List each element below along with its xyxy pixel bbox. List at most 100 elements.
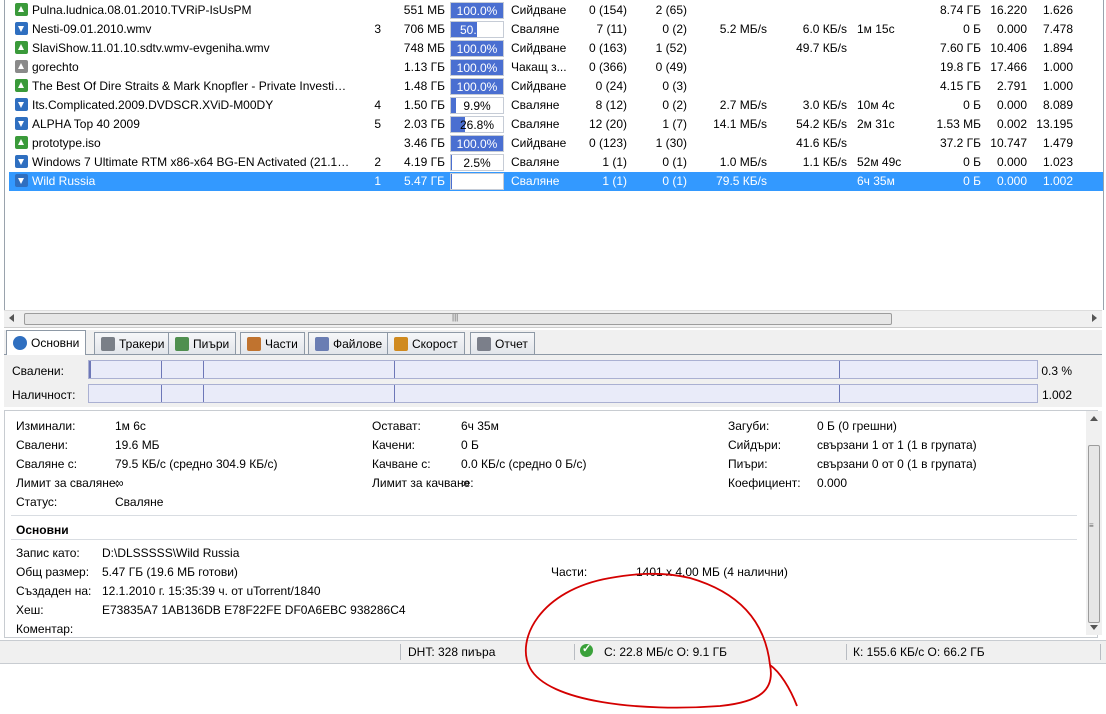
uploaded-amount: 0.000 <box>996 174 1027 188</box>
uploaded-amount: 16.220 <box>990 3 1027 17</box>
torrent-row[interactable]: ALPHA Top 40 2009 5 2.03 ГБ 26.8% Сваляне 12 … <box>9 115 1103 134</box>
torrent-size: 2.03 ГБ <box>403 117 445 131</box>
pieces-label: Части: <box>551 565 588 579</box>
download-speed: 79.5 КБ/s <box>716 174 767 188</box>
peers-count: 2 (65) <box>655 3 687 17</box>
grip-icon: ≡ <box>1089 521 1094 530</box>
horizontal-scrollbar[interactable]: ||| <box>4 310 1102 328</box>
torrent-row[interactable]: Its.Complicated.2009.DVDSCR.XViD-M00DY 4 1… <box>9 96 1103 115</box>
uploaded-amount: 0.000 <box>996 22 1027 36</box>
tab-6[interactable]: Скорост <box>387 332 465 354</box>
grip-icon: ||| <box>452 313 459 322</box>
seeding-icon <box>15 79 28 92</box>
seeds-count: 7 (11) <box>596 22 627 36</box>
tab-2[interactable]: Тракери <box>94 332 172 354</box>
progress-bar: 100.0% <box>450 40 504 57</box>
total-size-label: Общ размер: <box>16 565 90 579</box>
info-icon <box>13 336 27 350</box>
info-vertical-scrollbar[interactable]: ≡ <box>1086 411 1102 635</box>
torrent-size: 1.48 ГБ <box>403 79 445 93</box>
torrent-row[interactable]: Wild Russia 1 5.47 ГБ 0.3% Сваляне 1 (1) 0 (1)… <box>9 172 1103 191</box>
scroll-left-icon[interactable] <box>9 314 14 322</box>
seeds-label: Сийдъри: <box>728 438 782 452</box>
uploaded-amount: 0.002 <box>996 117 1027 131</box>
torrent-row[interactable]: prototype.iso 3.46 ГБ 100.0% Сийдване 0 (123… <box>9 134 1103 153</box>
download-speed-value: 79.5 КБ/с (средно 304.9 КБ/с) <box>115 457 278 471</box>
seeding-icon <box>15 3 28 16</box>
downloaded-label: Свалени: <box>16 438 68 452</box>
downloaded-bar-label: Свалени: <box>12 364 64 378</box>
downloading-icon <box>15 174 28 187</box>
elapsed-value: 1м 6с <box>115 419 146 433</box>
downloaded-amount: 0 Б <box>963 155 981 169</box>
downloaded-amount: 19.8 ГБ <box>939 60 981 74</box>
torrent-row[interactable]: The Best Of Dire Straits & Mark Knopfler… <box>9 77 1103 96</box>
tab-5[interactable]: Файлове <box>308 332 390 354</box>
availability-bar-value: 1.002 <box>1041 388 1072 402</box>
availability-bar <box>88 384 1038 403</box>
tab-label: Файлове <box>333 336 383 351</box>
torrent-row[interactable]: SlaviShow.11.01.10.sdtv.wmv-evgeniha.wmv… <box>9 39 1103 58</box>
tab-3[interactable]: Пиъри <box>168 332 237 354</box>
availability-divider <box>161 385 162 402</box>
downloaded-amount: 0 Б <box>963 174 981 188</box>
wasted-label: Загуби: <box>728 419 770 433</box>
availability-bar-label: Наличност: <box>12 388 76 402</box>
tab-label: Основни <box>31 336 80 350</box>
tab-4[interactable]: Части <box>240 332 305 354</box>
eta: 10м 4с <box>857 98 895 112</box>
availability-divider <box>394 385 395 402</box>
torrent-row[interactable]: Pulna.ludnica.08.01.2010.TVRiP-IsUsPM 551… <box>9 1 1103 20</box>
peers-label: Пиъри: <box>728 457 768 471</box>
queue-number: 2 <box>374 155 381 169</box>
scroll-up-icon[interactable] <box>1090 416 1098 421</box>
torrent-name: Nesti-09.01.2010.wmv <box>32 22 152 36</box>
availability-divider <box>203 385 204 402</box>
network-status[interactable]: С: 22.8 МБ/с О: 9.1 ГБ <box>604 645 727 659</box>
download-speed: 14.1 МБ/s <box>713 117 767 131</box>
torrent-size: 4.19 ГБ <box>403 155 445 169</box>
torrent-row[interactable]: Windows 7 Ultimate RTM x86-x64 BG-EN Act… <box>9 153 1103 172</box>
ratio: 8.089 <box>1042 98 1073 112</box>
queue-number: 1 <box>374 174 381 188</box>
dht-status[interactable]: DHT: 328 пиъра <box>408 645 495 659</box>
scroll-right-icon[interactable] <box>1092 314 1097 322</box>
scroll-down-icon[interactable] <box>1090 625 1098 630</box>
queued-icon <box>15 60 28 73</box>
downloaded-value: 19.6 МБ <box>115 438 160 452</box>
tab-label: Скорост <box>412 336 458 351</box>
progress-text: 50.2% <box>459 23 495 37</box>
downloaded-bar-value: 0.3 % <box>1041 364 1072 378</box>
scroll-thumb[interactable] <box>1088 445 1100 623</box>
torrent-name: prototype.iso <box>32 136 101 150</box>
downloaded-amount: 37.2 ГБ <box>939 136 981 150</box>
queue-number: 5 <box>374 117 381 131</box>
seeds-count: 1 (1) <box>602 174 627 188</box>
ratio: 7.478 <box>1042 22 1073 36</box>
downloaded-bar <box>88 360 1038 379</box>
uploaded-amount: 0.000 <box>996 155 1027 169</box>
log-icon <box>477 336 491 351</box>
progress-text: 2.5% <box>463 156 491 170</box>
tab-7[interactable]: Отчет <box>470 332 535 354</box>
torrent-name: gorechto <box>32 60 79 74</box>
network-ok-icon[interactable] <box>580 642 593 657</box>
tab-1[interactable]: Основни <box>6 330 87 355</box>
comment-label: Коментар: <box>16 622 74 636</box>
seeding-icon <box>15 136 28 149</box>
torrent-list[interactable]: Pulna.ludnica.08.01.2010.TVRiP-IsUsPM 551… <box>4 0 1104 310</box>
progress-bar: 9.9% <box>450 97 504 114</box>
transfer-totals[interactable]: К: 155.6 КБ/с О: 66.2 ГБ <box>853 645 985 659</box>
torrent-name: Its.Complicated.2009.DVDSCR.XViD-M00DY <box>32 98 274 112</box>
created-value: 12.1.2010 г. 15:35:39 ч. от uTorrent/184… <box>102 584 321 598</box>
torrent-size: 1.50 ГБ <box>403 98 445 112</box>
uploaded-amount: 2.791 <box>996 79 1027 93</box>
seeds-count: 0 (123) <box>588 136 627 150</box>
torrent-row[interactable]: Nesti-09.01.2010.wmv 3 706 МБ 50.2% Сваляне 7… <box>9 20 1103 39</box>
torrent-row[interactable]: gorechto 1.13 ГБ 100.0% Чакащ з... 0 (366) 0 … <box>9 58 1103 77</box>
upload-speed-value: 0.0 КБ/с (средно 0 Б/с) <box>461 457 587 471</box>
elapsed-label: Изминали: <box>16 419 76 433</box>
hash-value: E73835A7 1AB136DB E78F22FE DF0A6EBC 9382… <box>102 603 406 617</box>
upload-speed: 41.6 КБ/s <box>796 136 847 150</box>
seeds-count: 0 (24) <box>595 79 627 93</box>
